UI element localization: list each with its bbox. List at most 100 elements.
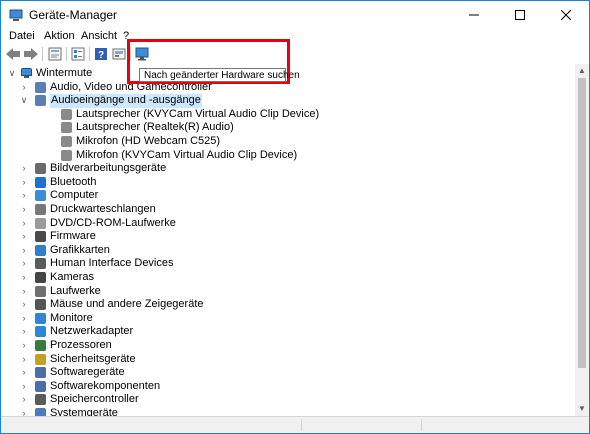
device-tree[interactable]: ∨ Wintermute › Audio, Video und Gamecontr… — [1, 64, 575, 416]
chip-icon — [35, 231, 46, 243]
expand-chevron-icon[interactable]: › — [19, 203, 29, 217]
tree-category[interactable]: › Softwarekomponenten — [1, 380, 575, 394]
speaker-icon — [61, 108, 72, 120]
webcam-icon — [35, 272, 46, 283]
tree-category[interactable]: › Human Interface Devices — [1, 257, 575, 271]
tree-device[interactable]: Lautsprecher (KVYCam Virtual Audio Clip … — [1, 108, 575, 122]
monitor-icon — [35, 312, 46, 324]
tree-device[interactable]: Lautsprecher (Realtek(R) Audio) — [1, 121, 575, 135]
camera-icon — [35, 163, 46, 175]
device-list-icon — [71, 47, 85, 61]
expand-chevron-icon[interactable]: › — [19, 353, 29, 367]
scrollbar-thumb[interactable] — [578, 78, 586, 368]
tree-item-label: Grafikkarten — [50, 243, 110, 256]
maximize-button[interactable] — [497, 1, 543, 29]
status-cell — [421, 419, 422, 431]
maximize-icon — [515, 10, 525, 20]
tree-category[interactable]: › Laufwerke — [1, 285, 575, 299]
tree-category[interactable]: › Monitore — [1, 312, 575, 326]
expand-chevron-icon[interactable]: › — [19, 244, 29, 258]
tree-category[interactable]: › Speichercontroller — [1, 393, 575, 407]
tree-device[interactable]: Mikrofon (HD Webcam C525) — [1, 135, 575, 149]
help-button[interactable]: ? — [93, 46, 109, 62]
expand-chevron-icon[interactable]: › — [19, 380, 29, 394]
scan-hardware-button[interactable] — [134, 46, 150, 62]
status-bar — [1, 416, 589, 433]
expand-chevron-icon[interactable]: › — [19, 339, 29, 353]
tree-category[interactable]: › Druckwarteschlangen — [1, 203, 575, 217]
expand-chevron-icon[interactable]: › — [19, 285, 29, 299]
tree-item-label: Audioeingänge und -ausgänge — [50, 94, 202, 108]
properties-button[interactable] — [47, 46, 63, 62]
expand-chevron-icon[interactable]: › — [19, 325, 29, 339]
svg-text:?: ? — [98, 50, 104, 61]
tree-item-label: Softwaregeräte — [50, 366, 125, 379]
expand-chevron-icon[interactable]: › — [19, 81, 29, 95]
minimize-button[interactable] — [451, 1, 497, 29]
toolbar: ? — [1, 45, 589, 63]
scroll-up-arrow-icon[interactable]: ▲ — [575, 65, 589, 77]
speaker-icon — [35, 81, 46, 93]
scan-hardware-icon — [135, 47, 149, 61]
tree-root-label: Wintermute — [36, 67, 93, 79]
tree-category[interactable]: › Softwaregeräte — [1, 366, 575, 380]
expand-chevron-icon[interactable]: › — [19, 176, 29, 190]
back-button[interactable] — [5, 46, 21, 62]
menu-help[interactable]: ? — [123, 30, 129, 42]
tree-device[interactable]: Mikrofon (KVYCam Virtual Audio Clip Devi… — [1, 149, 575, 163]
device-list-button[interactable] — [70, 46, 86, 62]
tree-category[interactable]: › Grafikkarten — [1, 244, 575, 258]
driver-icon — [112, 48, 126, 60]
tree-category[interactable]: › Firmware — [1, 230, 575, 244]
disc-icon — [35, 217, 46, 229]
expand-chevron-icon[interactable]: › — [19, 189, 29, 203]
tree-category[interactable]: › Systemgeräte — [1, 407, 575, 416]
speaker-icon — [61, 122, 72, 134]
bluetooth-icon — [35, 176, 46, 188]
tree-item-label: Computer — [50, 189, 99, 202]
tree-category[interactable]: › Bildverarbeitungsgeräte — [1, 162, 575, 176]
tree-item-label: DVD/CD-ROM-Laufwerke — [50, 216, 176, 229]
menu-aktion[interactable]: Aktion — [44, 30, 75, 42]
expand-chevron-icon[interactable]: › — [19, 393, 29, 407]
tree-item-label: Sicherheitsgeräte — [50, 352, 136, 365]
tree-category[interactable]: ∨ Audioeingänge und -ausgänge — [1, 94, 575, 108]
tree-category[interactable]: › Kameras — [1, 271, 575, 285]
display-adapter-icon — [35, 244, 46, 256]
expand-chevron-icon[interactable]: › — [19, 271, 29, 285]
tree-item-label: Bluetooth — [50, 175, 97, 188]
tree-category[interactable]: › Prozessoren — [1, 339, 575, 353]
tree-category[interactable]: › Mäuse und andere Zeigegeräte — [1, 298, 575, 312]
tree-category[interactable]: › Netzwerkadapter — [1, 325, 575, 339]
expand-chevron-icon[interactable]: › — [19, 407, 29, 416]
vertical-scrollbar[interactable]: ▲ ▼ — [575, 64, 589, 416]
menu-bar: Datei Aktion Ansicht ? — [1, 29, 589, 45]
expand-chevron-icon[interactable]: › — [19, 366, 29, 380]
expand-chevron-icon[interactable]: › — [19, 217, 29, 231]
expand-chevron-icon[interactable]: › — [19, 298, 29, 312]
expand-chevron-icon[interactable]: › — [19, 162, 29, 176]
expand-chevron-icon[interactable]: › — [19, 257, 29, 271]
tree-category[interactable]: › Computer — [1, 189, 575, 203]
menu-datei[interactable]: Datei — [9, 30, 35, 42]
tree-category[interactable]: › Bluetooth — [1, 176, 575, 190]
close-button[interactable] — [543, 1, 589, 29]
collapse-chevron-icon[interactable]: ∨ — [7, 67, 17, 81]
device-manager-window: Geräte-Manager Datei Aktion Ansicht ? ? … — [0, 0, 590, 434]
scan-hardware-tooltip: Nach geänderter Hardware suchen — [139, 68, 300, 82]
expand-chevron-icon[interactable]: › — [19, 312, 29, 326]
menu-ansicht[interactable]: Ansicht — [81, 30, 117, 42]
tree-category[interactable]: › DVD/CD-ROM-Laufwerke — [1, 217, 575, 231]
tree-item-label: Mäuse und andere Zeigegeräte — [50, 298, 204, 311]
close-icon — [561, 10, 571, 20]
scroll-down-arrow-icon[interactable]: ▼ — [575, 403, 589, 415]
software-component-icon — [35, 380, 46, 392]
toolbar-separator — [66, 47, 67, 61]
expand-chevron-icon[interactable]: › — [19, 230, 29, 244]
tree-category[interactable]: › Sicherheitsgeräte — [1, 353, 575, 367]
title-bar[interactable]: Geräte-Manager — [1, 1, 589, 29]
collapse-chevron-icon[interactable]: ∨ — [19, 94, 29, 108]
driver-button[interactable] — [111, 46, 127, 62]
tree-item-label: Speichercontroller — [50, 393, 139, 406]
forward-button[interactable] — [23, 46, 39, 62]
